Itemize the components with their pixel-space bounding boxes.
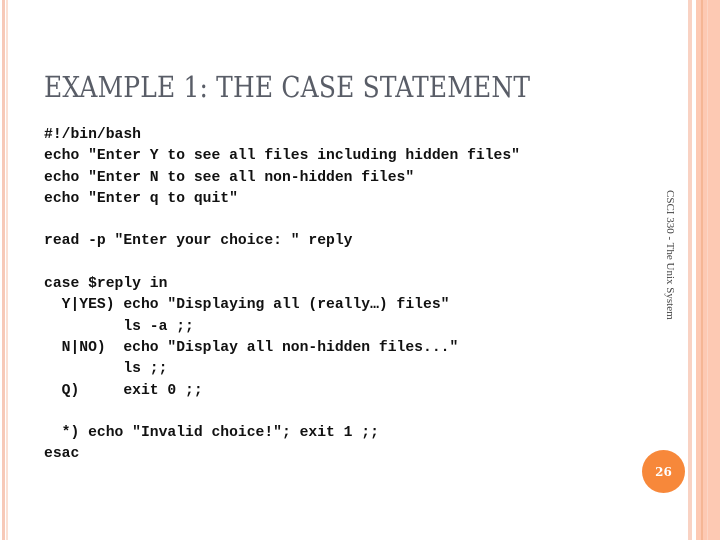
- right-border-line-2: [707, 0, 708, 540]
- code-line: ls ;;: [44, 361, 168, 378]
- code-block: #!/bin/bash echo "Enter Y to see all file…: [44, 125, 520, 466]
- page-number: 26: [655, 464, 672, 479]
- code-line: case $reply in: [44, 276, 168, 293]
- left-border-stripe-thin: [6, 0, 8, 540]
- right-border-line: [701, 0, 703, 540]
- code-line: echo "Enter Y to see all files including…: [44, 148, 520, 165]
- code-line: echo "Enter N to see all non-hidden file…: [44, 169, 415, 186]
- slide-title: EXAMPLE 1: THE CASE STATEMENT: [44, 70, 531, 104]
- code-line: Q) exit 0 ;;: [44, 382, 203, 399]
- course-footer-label: CSCI 330 - The Unix System: [664, 190, 676, 320]
- left-border-stripe: [2, 0, 5, 540]
- code-line: *) echo "Invalid choice!"; exit 1 ;;: [44, 425, 379, 442]
- code-line: Y|YES) echo "Displaying all (really…) fi…: [44, 297, 450, 314]
- code-line: #!/bin/bash: [44, 127, 141, 143]
- code-line: ls -a ;;: [44, 318, 194, 335]
- code-line: echo "Enter q to quit": [44, 190, 238, 207]
- right-border-stripe: [688, 0, 692, 540]
- right-border-panel: [696, 0, 720, 540]
- page-number-badge: 26: [642, 450, 685, 493]
- code-line: esac: [44, 446, 80, 463]
- code-line: read -p "Enter your choice: " reply: [44, 233, 353, 250]
- code-line: N|NO) echo "Display all non-hidden files…: [44, 339, 459, 356]
